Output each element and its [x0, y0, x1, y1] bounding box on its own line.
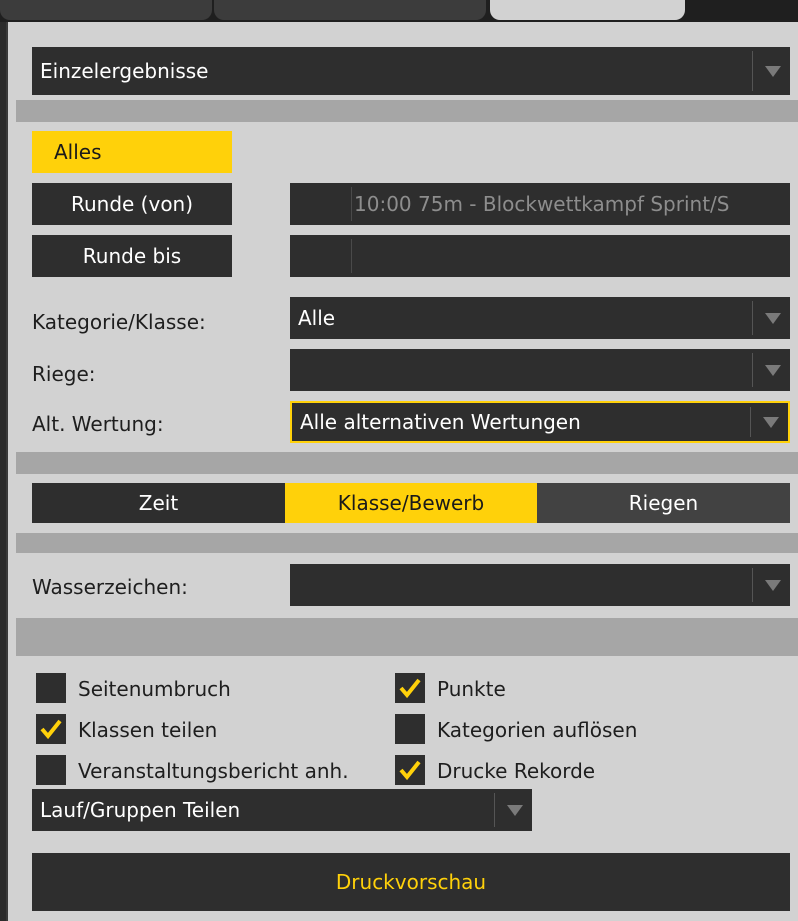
checkmark-icon: [399, 760, 421, 781]
split-classes-label: Klassen teilen: [78, 718, 218, 742]
section-divider: [16, 618, 798, 656]
alt-scoring-value: Alle alternativen Wertungen: [300, 410, 581, 434]
round-to-field[interactable]: [290, 235, 790, 277]
squad-label: Riege:: [32, 362, 96, 386]
chevron-down-icon: [752, 51, 790, 91]
section-divider: [16, 100, 798, 122]
page-break-checkbox[interactable]: [36, 673, 66, 703]
tab-1[interactable]: [0, 0, 212, 20]
report-type-dropdown[interactable]: Einzelergebnisse: [32, 47, 790, 95]
points-label: Punkte: [437, 677, 506, 701]
watermark-label: Wasserzeichen:: [32, 575, 188, 599]
tab-bar: [0, 0, 798, 22]
tab-klasse-bewerb[interactable]: Klasse/Bewerb: [285, 483, 537, 523]
alt-scoring-label: Alt. Wertung:: [32, 412, 164, 436]
event-report-label: Veranstaltungsbericht anh.: [78, 759, 349, 783]
page-break-label: Seitenumbruch: [78, 677, 231, 701]
chevron-down-icon: [752, 568, 790, 602]
tab-riegen[interactable]: Riegen: [537, 483, 790, 523]
print-records-label: Drucke Rekorde: [437, 759, 596, 783]
round-from-field[interactable]: 10:00 75m - Blockwettkampf Sprint/S: [290, 183, 790, 225]
checkmark-icon: [40, 719, 62, 740]
split-mode-dropdown[interactable]: Lauf/Gruppen Teilen: [32, 789, 532, 831]
chevron-down-icon: [494, 793, 532, 827]
alt-scoring-dropdown[interactable]: Alle alternativen Wertungen: [290, 401, 790, 443]
checkmark-icon: [399, 678, 421, 699]
category-value: Alle: [298, 306, 336, 330]
section-divider: [16, 533, 798, 553]
print-records-checkbox[interactable]: [395, 755, 425, 785]
round-from-button[interactable]: Runde (von): [32, 183, 232, 225]
round-from-value: 10:00 75m - Blockwettkampf Sprint/S: [354, 192, 730, 216]
chevron-down-icon: [750, 407, 788, 437]
tab-2[interactable]: [214, 0, 486, 20]
chevron-down-icon: [752, 353, 790, 387]
event-report-checkbox[interactable]: [36, 755, 66, 785]
split-classes-checkbox[interactable]: [36, 714, 66, 744]
resolve-categories-label: Kategorien auflösen: [437, 718, 638, 742]
split-mode-value: Lauf/Gruppen Teilen: [40, 798, 241, 822]
print-preview-button[interactable]: Druckvorschau: [32, 853, 790, 911]
all-button[interactable]: Alles: [32, 131, 232, 173]
watermark-dropdown[interactable]: [290, 564, 790, 606]
category-dropdown[interactable]: Alle: [290, 297, 790, 339]
chevron-down-icon: [752, 301, 790, 335]
tab-active[interactable]: [490, 0, 685, 20]
category-label: Kategorie/Klasse:: [32, 310, 206, 334]
report-type-value: Einzelergebnisse: [40, 59, 209, 83]
squad-dropdown[interactable]: [290, 349, 790, 391]
points-checkbox[interactable]: [395, 673, 425, 703]
resolve-categories-checkbox[interactable]: [395, 714, 425, 744]
tab-zeit[interactable]: Zeit: [32, 483, 285, 523]
round-to-button[interactable]: Runde bis: [32, 235, 232, 277]
section-divider: [16, 452, 798, 474]
